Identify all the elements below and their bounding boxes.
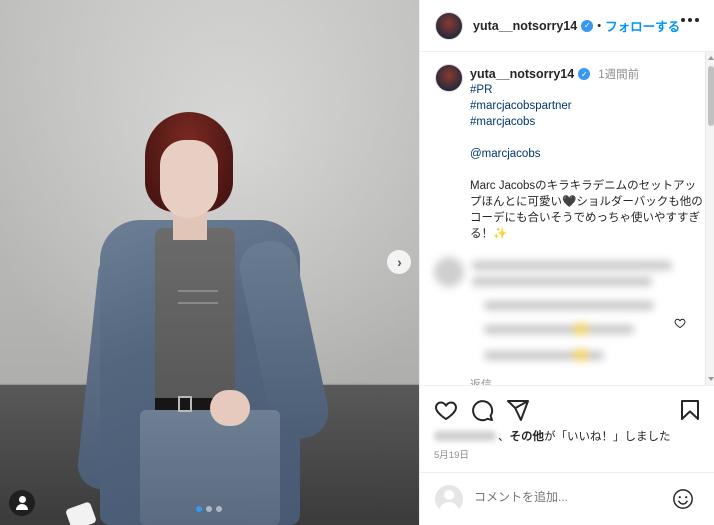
comments-area[interactable]: yuta__notsorry14 ✓ 1週間前 #PR #marcjacobsp…: [420, 52, 714, 385]
tshirt-print: [178, 290, 218, 304]
caption-username[interactable]: yuta__notsorry14: [470, 67, 574, 81]
hashtag-link[interactable]: #PR: [470, 82, 705, 98]
mention-link[interactable]: @marcjacobs: [470, 146, 705, 162]
caption-header: yuta__notsorry14 ✓ 1週間前: [470, 66, 639, 82]
photo-subject: [60, 100, 350, 525]
carousel-dot: [216, 506, 222, 512]
blurred-liker-name: [434, 431, 496, 441]
blurred-emoji: [574, 349, 588, 361]
post-photo[interactable]: ›: [0, 0, 419, 525]
post-side-panel: yuta__notsorry14 ✓ • フォローする yuta__notsor…: [419, 0, 714, 525]
chevron-right-icon: ›: [397, 254, 402, 270]
user-tag-icon-body: [16, 504, 28, 510]
add-comment-bar: [420, 472, 714, 525]
follow-button[interactable]: フォローする: [605, 16, 680, 35]
subject-hand: [210, 390, 250, 426]
carousel-next-button[interactable]: ›: [387, 250, 411, 274]
action-bar: [420, 385, 714, 433]
verified-icon: ✓: [581, 19, 594, 32]
more-icon[interactable]: [681, 18, 699, 22]
comment-like-icon[interactable]: [674, 317, 686, 329]
share-icon[interactable]: [506, 398, 530, 422]
scroll-up-icon[interactable]: [708, 56, 714, 60]
likes-suffix: が「いいね！」しました: [544, 431, 671, 443]
post-header: yuta__notsorry14 ✓ • フォローする: [420, 0, 714, 52]
user-tag-icon: [18, 496, 26, 503]
viewer-avatar-body: [439, 502, 459, 513]
blurred-line: [484, 325, 634, 334]
comments-scrollbar[interactable]: [705, 52, 714, 385]
emoji-icon[interactable]: [672, 488, 694, 510]
bookmark-icon[interactable]: [678, 398, 702, 422]
comment-icon[interactable]: [470, 398, 494, 422]
likes-summary: 、 その他 が「いいね！」しました: [434, 428, 671, 444]
viewer-avatar-head: [444, 490, 454, 500]
heart-icon[interactable]: [434, 398, 458, 422]
subject-face: [160, 140, 218, 218]
carousel-dot: [206, 506, 212, 512]
user-tag-button[interactable]: [9, 490, 35, 516]
carousel-dot: [196, 506, 202, 512]
hashtag-link[interactable]: #marcjacobspartner: [470, 98, 705, 114]
verified-icon: ✓: [578, 68, 591, 80]
likes-others-link[interactable]: その他: [510, 428, 545, 444]
caption-gap: [470, 130, 705, 146]
header-separator: •: [597, 19, 602, 32]
caption-gap: [470, 162, 705, 178]
scroll-down-icon[interactable]: [708, 377, 714, 381]
author-username[interactable]: yuta__notsorry14: [473, 19, 577, 33]
post-date[interactable]: 5月19日: [434, 447, 469, 461]
caption-author-avatar[interactable]: [435, 64, 463, 92]
caption-time[interactable]: 1週間前: [598, 66, 639, 82]
subject-phone: [65, 501, 97, 525]
carousel-dots: [196, 506, 222, 512]
caption-body: #PR #marcjacobspartner #marcjacobs @marc…: [470, 82, 705, 242]
hashtag-link[interactable]: #marcjacobs: [470, 114, 705, 130]
scroll-thumb[interactable]: [708, 66, 714, 126]
blurred-line: [472, 261, 672, 270]
subject-tshirt: [155, 228, 235, 403]
viewer-avatar: [435, 485, 463, 513]
blurred-comment: [434, 257, 694, 377]
reply-link[interactable]: 返信: [470, 376, 492, 385]
blurred-avatar: [434, 257, 464, 287]
likes-comma: 、: [498, 431, 510, 443]
comment-input[interactable]: [474, 490, 654, 504]
blurred-line: [484, 301, 654, 310]
caption-text: Marc Jacobsのキラキラデニムのセットアップほんとに可愛い🖤ショルダーバ…: [470, 180, 703, 240]
blurred-emoji: [574, 323, 588, 335]
blurred-line: [472, 277, 652, 286]
author-avatar[interactable]: [435, 11, 463, 40]
belt-buckle: [178, 396, 192, 412]
